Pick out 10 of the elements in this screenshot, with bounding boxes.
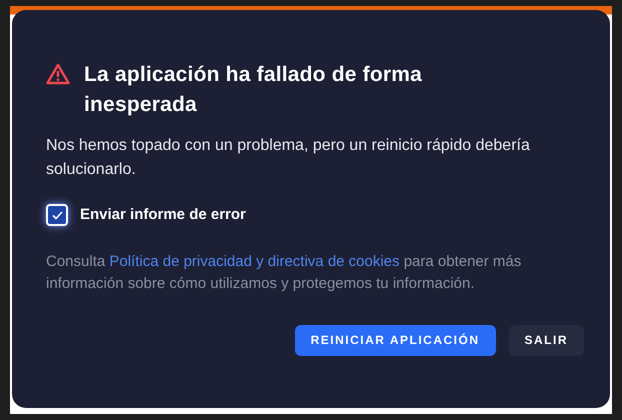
dialog-message: Nos hemos topado con un problema, pero un reinicio rápido debería solucionarlo.	[46, 136, 531, 180]
exit-button[interactable]: SALIR	[508, 324, 584, 356]
restart-button[interactable]: REINICIAR APLICACIÓN	[294, 324, 496, 356]
dialog-title: La aplicación ha fallado de forma inesperada	[84, 62, 424, 118]
privacy-text: Consulta Política de privacidad y directiva de cookies para obtener más información sobre cómo utilizamos y protegemos tu información.	[46, 252, 522, 294]
checkbox[interactable]	[46, 204, 68, 226]
check-icon	[52, 210, 62, 220]
privacy-link[interactable]: Política de privacidad y directiva de cookies	[109, 252, 400, 270]
warning-icon	[46, 63, 70, 85]
checkbox-label: Enviar informe de error	[80, 205, 246, 225]
